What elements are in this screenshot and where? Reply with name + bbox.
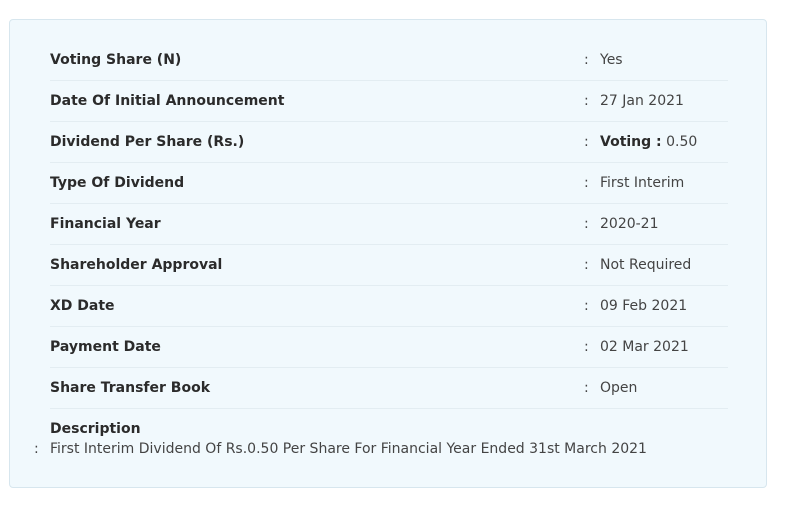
detail-row-initial-announcement: Date Of Initial Announcement : 27 Jan 20… — [50, 81, 728, 122]
detail-value: 2020-21 — [600, 216, 659, 232]
detail-row-xd-date: XD Date : 09 Feb 2021 — [50, 286, 728, 327]
dividend-details-panel: Voting Share (N) : Yes Date Of Initial A… — [9, 19, 767, 488]
detail-separator: : — [584, 134, 589, 150]
detail-row-payment-date: Payment Date : 02 Mar 2021 — [50, 327, 728, 368]
detail-row-voting-share: Voting Share (N) : Yes — [50, 40, 728, 81]
detail-label: Date Of Initial Announcement — [50, 93, 285, 109]
detail-value: Voting : 0.50 — [600, 122, 697, 162]
detail-label: Shareholder Approval — [50, 257, 223, 273]
detail-separator: : — [584, 380, 589, 396]
detail-value: Not Required — [600, 257, 692, 273]
detail-row-dividend-per-share: Dividend Per Share (Rs.) : Voting : 0.50 — [50, 122, 728, 163]
detail-row-share-transfer-book: Share Transfer Book : Open — [50, 368, 728, 409]
voting-prefix: Voting : — [600, 134, 662, 150]
detail-separator: : — [584, 298, 589, 314]
detail-separator: : — [584, 175, 589, 191]
detail-separator: : — [584, 93, 589, 109]
detail-label: Payment Date — [50, 339, 161, 355]
detail-label: Share Transfer Book — [50, 380, 211, 396]
detail-separator: : — [584, 52, 589, 68]
detail-separator: : — [584, 257, 589, 273]
detail-separator: : — [584, 216, 589, 232]
detail-label: Financial Year — [50, 216, 161, 232]
detail-value: 02 Mar 2021 — [600, 339, 689, 355]
description-separator: : — [34, 441, 39, 457]
detail-label: XD Date — [50, 298, 115, 314]
dividend-amount: 0.50 — [666, 134, 698, 150]
detail-separator: : — [584, 339, 589, 355]
detail-row-shareholder-approval: Shareholder Approval : Not Required — [50, 245, 728, 286]
description-value: First Interim Dividend Of Rs.0.50 Per Sh… — [50, 441, 647, 457]
detail-value: 09 Feb 2021 — [600, 298, 688, 314]
detail-label: Type Of Dividend — [50, 175, 185, 191]
description-label: Description — [50, 421, 141, 437]
detail-row-financial-year: Financial Year : 2020-21 — [50, 204, 728, 245]
detail-value: First Interim — [600, 175, 685, 191]
detail-label: Dividend Per Share (Rs.) — [50, 134, 245, 150]
detail-value: Yes — [600, 52, 623, 68]
detail-value: Open — [600, 380, 638, 396]
detail-label: Voting Share (N) — [50, 52, 182, 68]
detail-value: 27 Jan 2021 — [600, 93, 684, 109]
detail-row-dividend-type: Type Of Dividend : First Interim — [50, 163, 728, 204]
